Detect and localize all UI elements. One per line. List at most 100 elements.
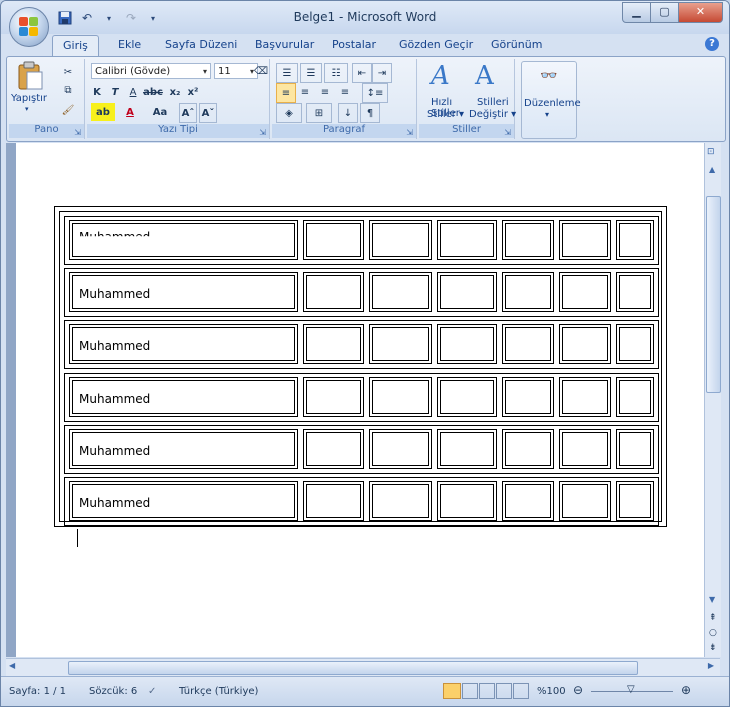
table-cell[interactable] [502,272,554,313]
table-cell[interactable] [369,220,432,260]
shrink-font-icon[interactable]: Aˇ [199,103,217,123]
bullets-icon[interactable]: ☰ [276,63,298,83]
table-cell[interactable] [437,220,497,260]
font-family-combo[interactable]: Calibri (Gövde) ▾ [91,63,211,79]
zoom-slider-thumb[interactable]: ▽ [627,684,635,695]
table-cell[interactable] [502,324,554,365]
table-cell-name[interactable]: Muhammed [69,272,298,313]
web-layout-icon[interactable] [479,683,495,699]
maximize-button[interactable]: ▢ [650,2,679,23]
change-styles-button[interactable]: A Stilleri Değiştir ▾ [465,61,516,123]
table-cell[interactable] [437,376,497,417]
table-row[interactable]: Muhammed [64,320,659,370]
pano-launcher-icon[interactable]: ⇲ [74,128,81,137]
underline-icon[interactable]: A [125,83,141,101]
table-cell[interactable] [369,272,432,313]
table-cell[interactable] [559,428,611,469]
multilevel-list-icon[interactable]: ☷ [324,63,348,83]
zoom-out-icon[interactable]: ⊖ [573,683,583,697]
table-cell[interactable] [616,272,654,313]
table-cell[interactable] [559,272,611,313]
align-left-icon[interactable]: ≡ [276,83,296,103]
table-cell[interactable] [369,376,432,417]
tab-postalar[interactable]: Postalar [332,38,376,51]
table-row[interactable]: Muhammed [64,216,659,265]
minimize-button[interactable]: ▁ [622,2,651,23]
decrease-indent-icon[interactable]: ⇤ [352,63,372,83]
table-row[interactable]: Muhammed [64,372,659,422]
bold-icon[interactable]: K [89,83,105,101]
grow-font-icon[interactable]: Aˆ [179,103,197,123]
highlight-icon[interactable]: ab [91,103,115,121]
document-page[interactable]: Muhammed Muhammed Muhammed Muhammed Muhammed… [16,143,704,657]
tab-giris[interactable]: Giriş [52,35,99,56]
next-page-icon[interactable]: ⇟ [709,643,717,653]
table-cell[interactable] [369,481,432,521]
align-right-icon[interactable]: ≡ [316,83,334,101]
outline-view-icon[interactable] [496,683,512,699]
justify-icon[interactable]: ≡ [336,83,354,101]
browse-object-icon[interactable]: ○ [709,628,717,638]
table-cell[interactable] [502,376,554,417]
help-icon[interactable]: ? [705,37,719,51]
table-cell[interactable] [559,376,611,417]
full-screen-reading-icon[interactable] [462,683,478,699]
table-cell[interactable] [616,324,654,365]
clear-formatting-icon[interactable]: ⌫ [253,61,269,81]
print-layout-icon[interactable] [443,683,461,699]
horizontal-scroll-thumb[interactable] [68,661,638,675]
table-cell[interactable] [502,428,554,469]
table-cell[interactable] [437,324,497,365]
superscript-icon[interactable]: x² [185,83,201,101]
zoom-in-icon[interactable]: ⊕ [681,683,691,697]
tab-ekle[interactable]: Ekle [118,38,141,51]
font-color-icon[interactable]: A [121,103,139,121]
table-row[interactable]: Muhammed [64,424,659,474]
table-cell-name[interactable]: Muhammed [69,481,298,521]
table-cell[interactable] [616,481,654,521]
table-cell-name[interactable]: Muhammed [69,428,298,469]
vertical-scrollbar[interactable]: ⊡ ▲ ▼ ⇞ ○ ⇟ [704,143,721,657]
table-cell-name[interactable]: Muhammed [69,324,298,365]
table-cell[interactable] [303,481,364,521]
horizontal-scrollbar[interactable]: ◀ ▶ [6,658,720,676]
table[interactable]: Muhammed Muhammed Muhammed Muhammed Muhammed… [54,206,667,527]
paragraph-launcher-icon[interactable]: ⇲ [406,128,413,137]
align-center-icon[interactable]: ≡ [296,83,314,101]
table-cell[interactable] [559,324,611,365]
sort-icon[interactable]: ↓ [338,103,358,123]
table-cell[interactable] [616,376,654,417]
format-painter-icon[interactable]: 🖌 [59,101,77,119]
table-cell[interactable] [303,220,364,260]
table-cell[interactable] [502,220,554,260]
table-row[interactable]: Muhammed [64,268,659,318]
numbering-icon[interactable]: ☰ [300,63,322,83]
table-cell[interactable] [437,428,497,469]
vertical-scroll-thumb[interactable] [706,196,721,393]
line-spacing-icon[interactable]: ↕≡ [362,83,388,103]
tab-basvurular[interactable]: Başvurular [255,38,314,51]
copy-icon[interactable]: ⧉ [59,81,77,99]
previous-page-icon[interactable]: ⇞ [709,613,717,623]
scroll-up-icon[interactable]: ▲ [709,165,715,174]
shading-icon[interactable]: ◈ [276,103,302,123]
change-case-icon[interactable]: Aa [149,103,171,121]
borders-icon[interactable]: ⊞ [306,103,332,123]
strikethrough-icon[interactable]: abc [143,83,163,101]
tab-gorunum[interactable]: Görünüm [491,38,542,51]
table-cell[interactable] [369,428,432,469]
quick-styles-button[interactable]: A Hızlı Stiller Stiller ▾ [423,61,465,123]
table-cell-name[interactable]: Muhammed [69,220,298,260]
table-cell[interactable] [559,481,611,521]
table-cell[interactable] [437,481,497,521]
table-row[interactable]: Muhammed [64,477,659,526]
cut-icon[interactable]: ✂ [59,63,77,81]
scroll-right-icon[interactable]: ▶ [708,661,714,670]
close-button[interactable]: ✕ [678,2,723,23]
table-cell[interactable] [616,220,654,260]
language[interactable]: Türkçe (Türkiye) [179,686,258,697]
word-count[interactable]: Sözcük: 6 [89,686,137,697]
table-cell[interactable] [303,272,364,313]
proofing-icon[interactable]: ✓ [148,686,156,697]
scroll-down-icon[interactable]: ▼ [709,595,715,604]
